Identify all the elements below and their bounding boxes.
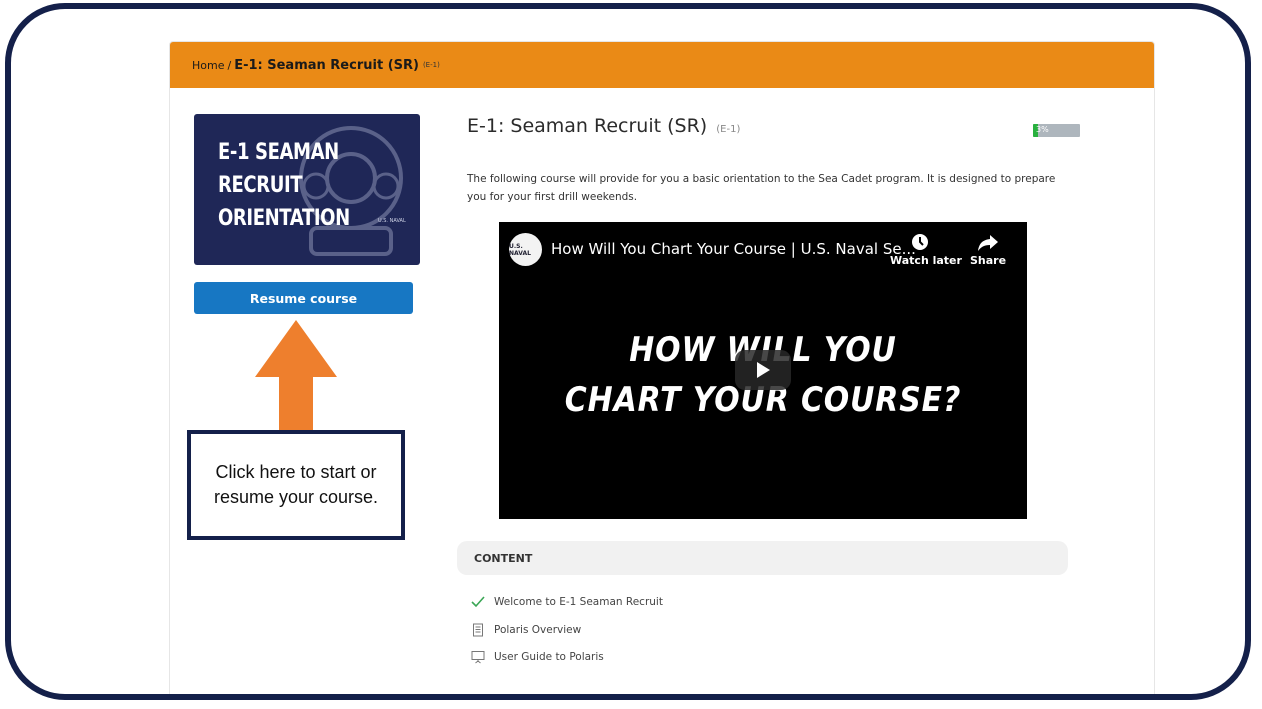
check-icon (471, 595, 485, 609)
course-thumbnail: E-1 SEAMAN RECRUIT ORIENTATION U.S. NAVA… (194, 114, 420, 265)
video-player[interactable]: U.S. NAVAL How Will You Chart Your Cours… (499, 222, 1027, 519)
clock-icon (912, 234, 928, 250)
thumbnail-logo: U.S. NAVAL (378, 218, 406, 224)
callout-text: Click here to start or resume your cours… (213, 462, 379, 507)
course-code: (E-1) (716, 124, 741, 135)
breadcrumb-code: (E-1) (422, 61, 440, 69)
presentation-icon (471, 650, 485, 664)
content-item-welcome[interactable]: Welcome to E-1 Seaman Recruit (471, 595, 663, 609)
arrow-up-icon (255, 320, 337, 432)
breadcrumb-separator: / (227, 58, 232, 72)
breadcrumb-home-link[interactable]: Home (192, 59, 224, 72)
breadcrumb: Home / E-1: Seaman Recruit (SR) (E-1) (170, 42, 1154, 88)
content-item-user-guide[interactable]: User Guide to Polaris (471, 650, 604, 664)
share-button[interactable]: Share (970, 232, 1006, 267)
play-icon (757, 362, 770, 378)
channel-avatar[interactable]: U.S. NAVAL (509, 233, 542, 266)
progress-label: 3% (1036, 125, 1049, 134)
course-title-text: E-1: Seaman Recruit (SR) (467, 115, 708, 137)
instruction-callout: Click here to start or resume your cours… (187, 430, 405, 540)
breadcrumb-current: E-1: Seaman Recruit (SR) (234, 57, 419, 73)
play-button[interactable] (735, 350, 791, 390)
content-item-label: Polaris Overview (494, 624, 582, 636)
progress-bar: 3% (1033, 124, 1080, 137)
page-title: E-1: Seaman Recruit (SR) (E-1) (467, 115, 740, 137)
content-item-polaris-overview[interactable]: Polaris Overview (471, 623, 581, 637)
resume-course-button[interactable]: Resume course (194, 282, 413, 314)
thumbnail-line-2: RECRUIT (218, 173, 303, 198)
content-section-header: CONTENT (457, 541, 1068, 575)
watch-later-label: Watch later (890, 254, 962, 267)
content-item-label: Welcome to E-1 Seaman Recruit (494, 596, 663, 608)
share-label: Share (970, 254, 1007, 267)
thumbnail-line-1: E-1 SEAMAN (218, 140, 339, 165)
share-icon (978, 235, 998, 251)
thumbnail-line-3: ORIENTATION (218, 206, 350, 231)
watch-later-button[interactable]: Watch later (890, 232, 962, 267)
document-icon (471, 623, 485, 637)
annotation-frame: Home / E-1: Seaman Recruit (SR) (E-1) E-… (5, 3, 1251, 700)
content-item-label: User Guide to Polaris (494, 651, 604, 663)
video-title[interactable]: How Will You Chart Your Course | U.S. Na… (551, 240, 916, 258)
course-description: The following course will provide for yo… (467, 173, 1056, 203)
thumbnail-title: E-1 SEAMAN RECRUIT ORIENTATION (218, 136, 350, 235)
